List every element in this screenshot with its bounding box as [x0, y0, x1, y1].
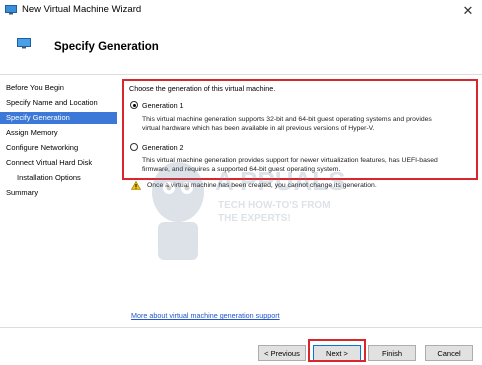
- warning-icon: [131, 181, 141, 190]
- nav-item-summary[interactable]: Summary: [0, 187, 117, 199]
- main-content: Choose the generation of this virtual ma…: [118, 75, 482, 327]
- wizard-steps-nav: Before You Begin Specify Name and Locati…: [0, 75, 117, 327]
- warning-text: Once a virtual machine has been created,…: [147, 182, 377, 189]
- next-button[interactable]: Next >: [313, 345, 361, 361]
- nav-item-specify-name-location[interactable]: Specify Name and Location: [0, 97, 117, 109]
- prompt-text: Choose the generation of this virtual ma…: [129, 84, 276, 93]
- nav-item-assign-memory[interactable]: Assign Memory: [0, 127, 117, 139]
- generation-1-label[interactable]: Generation 1: [142, 101, 184, 110]
- more-info-link[interactable]: More about virtual machine generation su…: [131, 311, 280, 320]
- generation-2-label[interactable]: Generation 2: [142, 143, 184, 152]
- wizard-header: Specify Generation: [0, 22, 482, 75]
- previous-button[interactable]: < Previous: [258, 345, 306, 361]
- app-icon: [5, 5, 17, 15]
- generation-2-description-line: This virtual machine generation provides…: [142, 157, 438, 164]
- monitor-icon: [17, 38, 31, 49]
- wizard-footer: < Previous Next > Finish Cancel: [0, 327, 482, 365]
- generation-1-description-line: This virtual machine generation supports…: [142, 116, 432, 123]
- generation-1-description-line: virtual hardware which has been availabl…: [142, 125, 375, 132]
- title-bar: New Virtual Machine Wizard ✕: [0, 0, 482, 22]
- nav-item-specify-generation[interactable]: Specify Generation: [0, 112, 117, 124]
- nav-item-connect-virtual-hard-disk[interactable]: Connect Virtual Hard Disk: [0, 157, 117, 169]
- window-title: New Virtual Machine Wizard: [22, 4, 142, 15]
- nav-item-before-you-begin[interactable]: Before You Begin: [0, 82, 117, 94]
- nav-item-configure-networking[interactable]: Configure Networking: [0, 142, 117, 154]
- nav-item-installation-options[interactable]: Installation Options: [0, 172, 117, 184]
- cancel-button[interactable]: Cancel: [425, 345, 473, 361]
- finish-button[interactable]: Finish: [368, 345, 416, 361]
- generation-2-description-line: firmware, and requires a supported 64-bi…: [142, 166, 341, 173]
- generation-1-radio[interactable]: [130, 101, 138, 109]
- close-icon[interactable]: ✕: [459, 3, 477, 19]
- page-title: Specify Generation: [54, 41, 159, 53]
- generation-2-radio[interactable]: [130, 143, 138, 151]
